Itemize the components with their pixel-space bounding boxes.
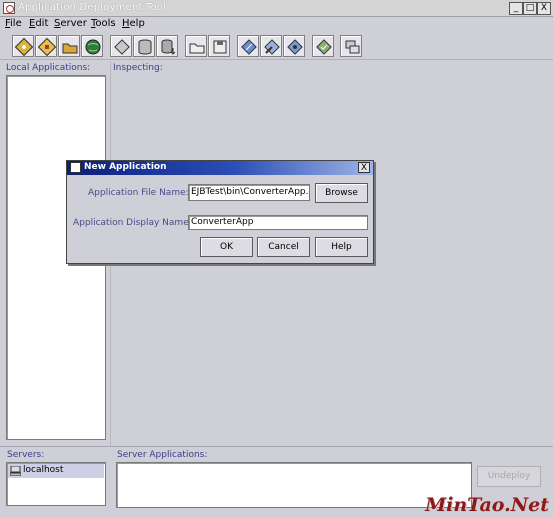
add-component-icon[interactable] xyxy=(110,35,132,57)
application-file-name-field[interactable]: EJBTest\bin\ConverterApp.ear xyxy=(188,184,310,201)
dialog-app-icon xyxy=(70,162,81,173)
inspecting-label: Inspecting: xyxy=(113,63,163,73)
window-title-bar[interactable]: Application Deployment Tool _ □ X xyxy=(0,0,553,17)
server-applications-list[interactable] xyxy=(116,462,472,508)
menu-help[interactable]: Help xyxy=(122,18,145,29)
minimize-button[interactable]: _ xyxy=(509,2,523,15)
dialog-title-bar[interactable]: New Application X xyxy=(67,161,373,175)
app-icon xyxy=(3,2,15,14)
cancel-button[interactable]: Cancel xyxy=(257,237,310,257)
undeploy-icon[interactable] xyxy=(283,35,305,57)
watermark-logo: MinTao.Net xyxy=(425,494,549,516)
menu-tools[interactable]: Tools xyxy=(91,18,116,29)
dialog-close-button[interactable]: X xyxy=(358,162,370,173)
help-button[interactable]: Help xyxy=(315,237,368,257)
open-folder-icon[interactable] xyxy=(185,35,207,57)
menu-bar: File Edit Server Tools Help xyxy=(0,17,553,32)
servers-list[interactable]: localhost xyxy=(6,462,106,506)
open-icon[interactable] xyxy=(58,35,80,57)
menu-file[interactable]: File xyxy=(5,18,22,29)
undeploy-button[interactable]: Undeploy xyxy=(477,466,541,487)
menu-edit[interactable]: Edit xyxy=(29,18,48,29)
computer-icon xyxy=(10,466,21,476)
globe-icon[interactable] xyxy=(81,35,103,57)
database-icon[interactable] xyxy=(133,35,155,57)
server-item-localhost[interactable]: localhost xyxy=(8,464,104,478)
window-title: Application Deployment Tool xyxy=(18,2,167,13)
new-application-dialog: New Application X Application File Name:… xyxy=(66,160,374,264)
servers-label: Servers: xyxy=(7,450,45,460)
new-application-client-icon[interactable] xyxy=(35,35,57,57)
database-deploy-icon[interactable] xyxy=(156,35,178,57)
application-display-name-label: Application Display Name: xyxy=(73,218,192,228)
local-applications-label: Local Applications: xyxy=(6,63,91,73)
maximize-button[interactable]: □ xyxy=(523,2,537,15)
close-button[interactable]: X xyxy=(537,2,551,15)
verify-icon[interactable] xyxy=(260,35,282,57)
browse-button[interactable]: Browse xyxy=(315,183,368,203)
save-icon[interactable] xyxy=(208,35,230,57)
menu-server[interactable]: Server xyxy=(54,18,87,29)
application-display-name-field[interactable]: ConverterApp xyxy=(188,215,368,230)
dialog-title: New Application xyxy=(84,162,167,172)
new-application-icon[interactable] xyxy=(12,35,34,57)
server-applications-label: Server Applications: xyxy=(117,450,208,460)
toolbar xyxy=(0,32,553,60)
application-file-name-label: Application File Name: xyxy=(88,188,189,198)
deploy-icon[interactable] xyxy=(237,35,259,57)
add-server-icon[interactable] xyxy=(312,35,334,57)
ok-button[interactable]: OK xyxy=(200,237,253,257)
server-item-label: localhost xyxy=(23,465,64,475)
server-icon[interactable] xyxy=(340,35,362,57)
